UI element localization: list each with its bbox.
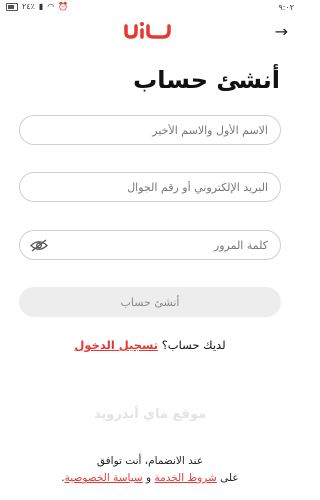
status-bar: ٢٤٪ ▮ ◠ ⏰ ٩:٠٢ (0, 0, 300, 16)
terms-of-service-link[interactable]: شروط الخدمة (154, 472, 216, 484)
alarm-icon: ⏰ (58, 2, 69, 11)
watermark: موقع ماي أندرويد (93, 407, 207, 422)
email-phone-input[interactable] (20, 173, 280, 201)
password-input[interactable] (20, 231, 280, 259)
arrow-right-icon[interactable]: → (275, 24, 288, 40)
eye-off-icon[interactable] (30, 239, 48, 252)
login-prompt-text: لديك حساب؟ (158, 338, 226, 352)
page-title: أنشئ حساب (133, 66, 280, 94)
terms-prefix: على (216, 472, 239, 484)
privacy-policy-link[interactable]: سياسة الخصوصية (65, 472, 143, 484)
battery-percent: ٢٤٪ (22, 2, 35, 11)
email-phone-field[interactable] (19, 172, 281, 202)
status-icons: ٢٤٪ ▮ ◠ ⏰ (6, 3, 68, 11)
terms-text: عند الانضمام، أنت توافق (96, 455, 204, 467)
terms-conjunction: و (142, 472, 155, 484)
brand-logo (124, 22, 171, 39)
full-name-input[interactable] (20, 116, 280, 144)
signal-icon: ▮ (38, 2, 44, 11)
status-time: ٩:٠٢ (278, 3, 294, 12)
battery-icon (6, 3, 18, 11)
full-name-field[interactable] (19, 115, 281, 145)
login-link[interactable]: تسجيل الدخول (74, 338, 158, 352)
wifi-icon: ◠ (47, 2, 55, 11)
create-account-button[interactable]: أنشئ حساب (19, 287, 281, 317)
terms-links: على شروط الخدمة و سياسة الخصوصية. (0, 472, 300, 484)
password-field[interactable] (19, 230, 281, 260)
login-prompt: لديك حساب؟ تسجيل الدخول (0, 338, 300, 352)
